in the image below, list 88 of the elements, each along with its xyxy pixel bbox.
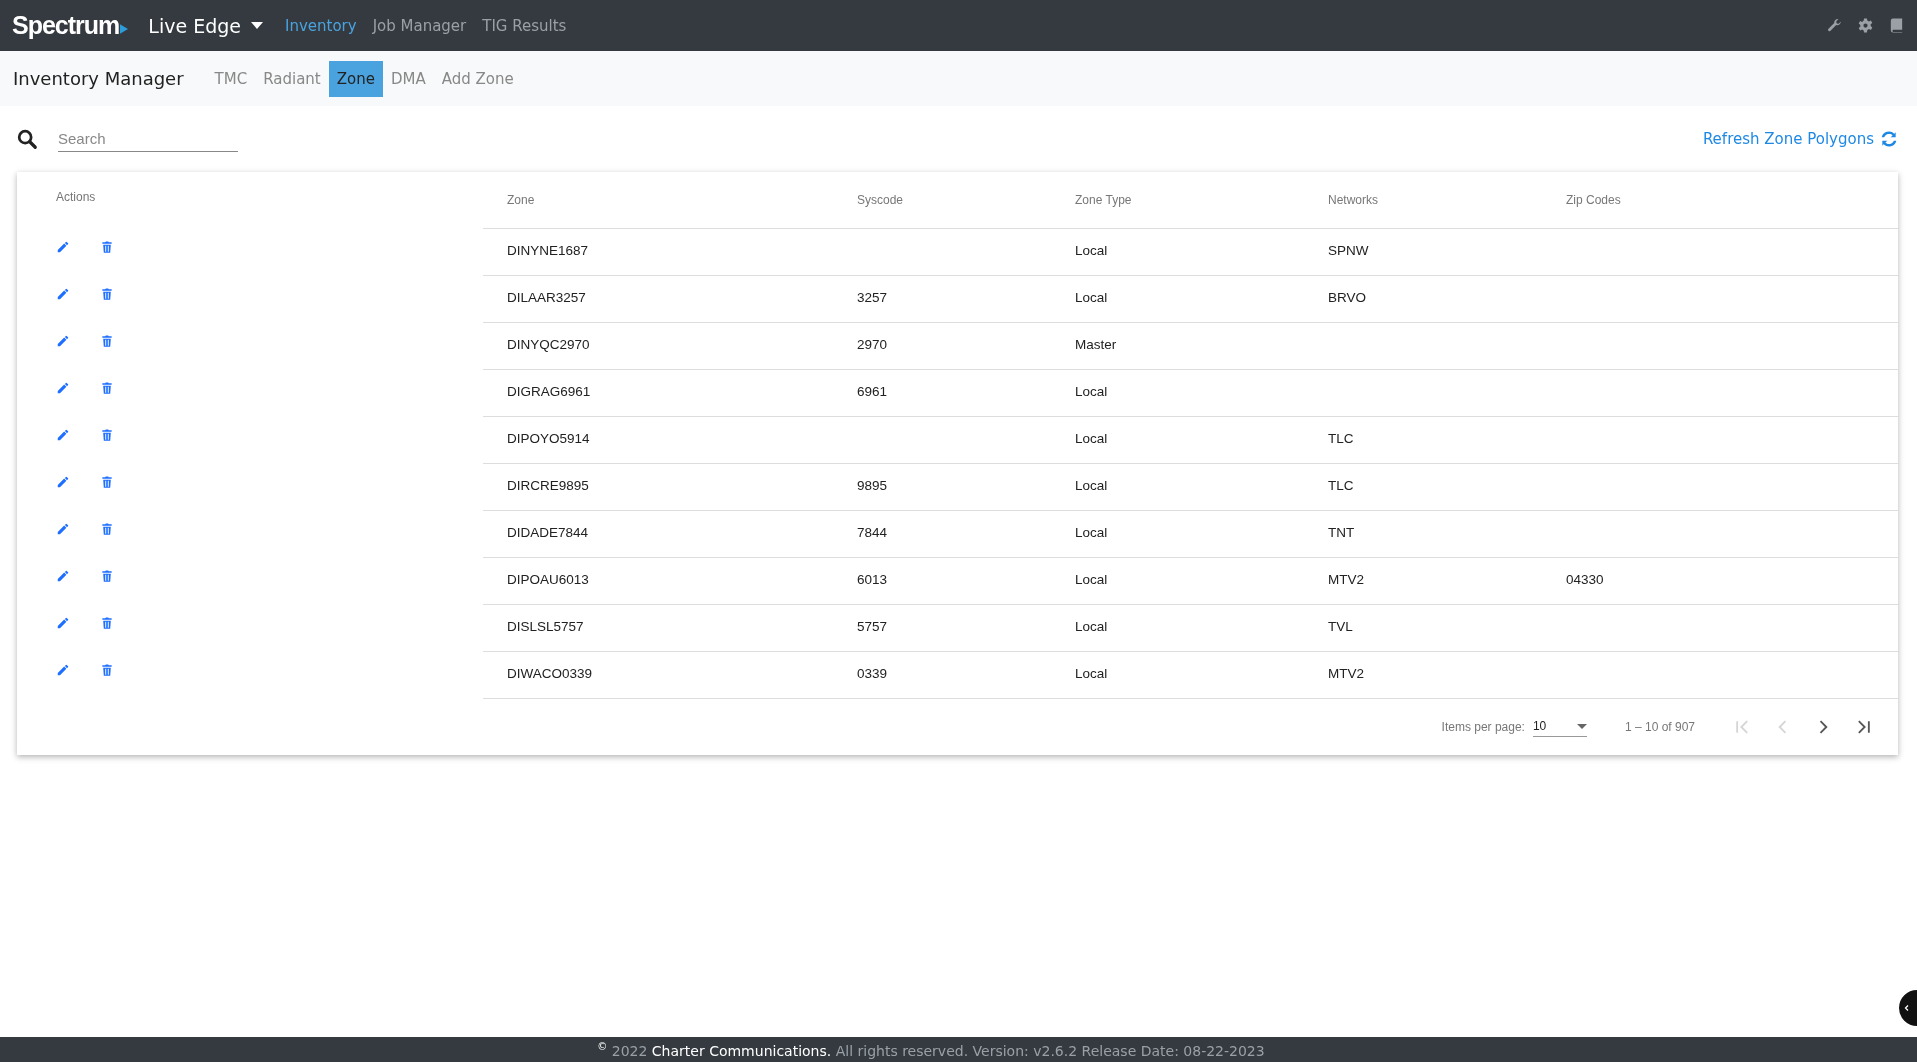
table-cell: DIGRAG6961 <box>507 384 591 400</box>
table-cell: DIWACO0339 <box>507 666 593 682</box>
pencil-icon[interactable] <box>56 663 70 677</box>
table-cell: TVL <box>1328 619 1353 635</box>
table-cell: TNT <box>1328 525 1355 541</box>
table-cell: DIRCRE9895 <box>507 478 589 494</box>
trash-icon[interactable] <box>100 334 114 348</box>
table-cell: 3257 <box>857 290 888 306</box>
tab[interactable]: DMA <box>382 60 434 97</box>
table-cell: Master <box>1075 337 1117 353</box>
table-cell: Local <box>1075 243 1108 259</box>
table-cell: Local <box>1075 431 1108 447</box>
caret-icon <box>250 21 263 30</box>
gear-icon[interactable] <box>1857 17 1874 34</box>
table-cell: 6961 <box>857 384 888 400</box>
book-icon[interactable] <box>1888 17 1905 34</box>
tab[interactable]: TMC <box>206 60 256 97</box>
column-header: Networks <box>1328 192 1378 207</box>
refresh-link[interactable]: Refresh Zone Polygons <box>1702 130 1874 148</box>
nav-link[interactable]: Job Manager <box>372 16 467 35</box>
column-header: Zone <box>507 192 535 207</box>
wrench-icon[interactable] <box>1826 17 1843 34</box>
table-cell: Local <box>1075 525 1108 541</box>
trash-icon[interactable] <box>100 663 114 677</box>
trash-icon[interactable] <box>100 381 114 395</box>
trash-icon[interactable] <box>100 569 114 583</box>
pencil-icon[interactable] <box>56 334 70 348</box>
trash-icon[interactable] <box>100 475 114 489</box>
table-cell: 2970 <box>857 337 888 353</box>
table-cell: Local <box>1075 384 1108 400</box>
table-cell: Local <box>1075 666 1108 682</box>
pencil-icon[interactable] <box>56 475 70 489</box>
app-dropdown[interactable]: Live Edge <box>148 14 263 37</box>
table-cell: DINYNE1687 <box>507 243 589 259</box>
pencil-icon[interactable] <box>56 287 70 301</box>
trash-icon[interactable] <box>100 428 114 442</box>
table-cell: DINYQC2970 <box>507 337 590 353</box>
page-title: Inventory Manager <box>13 68 184 89</box>
column-header: Zip Codes <box>1566 192 1621 207</box>
table-cell: Local <box>1075 619 1108 635</box>
table-cell: DIPOYO5914 <box>507 431 590 447</box>
tab[interactable]: Radiant <box>255 60 329 97</box>
nav-link[interactable]: TIG Results <box>482 16 567 35</box>
tab[interactable]: Add Zone <box>433 60 522 97</box>
table-cell: DILAAR3257 <box>507 290 586 306</box>
pencil-icon[interactable] <box>56 616 70 630</box>
table-cell: 9895 <box>857 478 888 494</box>
items-per-page-label: Items per page: <box>1441 719 1525 734</box>
table-cell: Local <box>1075 478 1108 494</box>
triangle-icon <box>120 23 129 34</box>
trash-icon[interactable] <box>100 240 114 254</box>
pencil-icon[interactable] <box>56 428 70 442</box>
column-header: Syscode <box>857 192 904 207</box>
trash-icon[interactable] <box>100 616 114 630</box>
table-cell: DIDADE7844 <box>507 525 589 541</box>
column-header: Zone Type <box>1075 192 1132 207</box>
table-cell: MTV2 <box>1328 572 1364 588</box>
table-cell: TLC <box>1328 478 1354 494</box>
table-cell: DISLSL5757 <box>507 619 584 635</box>
spectrum-logo[interactable]: Spectrum <box>12 11 129 40</box>
table-cell: Local <box>1075 290 1108 306</box>
table-cell: 5757 <box>857 619 888 635</box>
pencil-icon[interactable] <box>56 381 70 395</box>
caret-icon <box>1576 723 1587 729</box>
pencil-icon[interactable] <box>56 522 70 536</box>
company-link[interactable]: Charter Communications. <box>651 1042 832 1059</box>
table-cell: 7844 <box>857 525 888 541</box>
page-size-select[interactable]: 10 <box>1532 716 1587 737</box>
search-icon[interactable] <box>16 128 38 150</box>
column-header: Actions <box>56 190 96 204</box>
table-cell: DIPOAU6013 <box>507 572 589 588</box>
trash-icon[interactable] <box>100 522 114 536</box>
refresh-icon[interactable] <box>1879 129 1899 149</box>
nav-link[interactable]: Inventory <box>284 16 357 35</box>
table-cell: 6013 <box>857 572 888 588</box>
table-cell: 0339 <box>857 666 888 682</box>
table-cell: SPNW <box>1328 243 1369 259</box>
table-cell: Local <box>1075 572 1108 588</box>
tab[interactable]: Zone <box>328 60 383 97</box>
table-cell: TLC <box>1328 431 1354 447</box>
pencil-icon[interactable] <box>56 569 70 583</box>
table-cell: MTV2 <box>1328 666 1364 682</box>
page-range: 1 – 10 of 907 <box>1624 719 1695 734</box>
table-cell: 04330 <box>1566 572 1604 588</box>
pencil-icon[interactable] <box>56 240 70 254</box>
trash-icon[interactable] <box>100 287 114 301</box>
table-cell: BRVO <box>1328 290 1366 306</box>
footer-text: $^{©}$ 2022 Charter Communications. All rights reserved. Version: v2.6.2 Release Date: 08-22-2023 <box>597 1040 1265 1059</box>
